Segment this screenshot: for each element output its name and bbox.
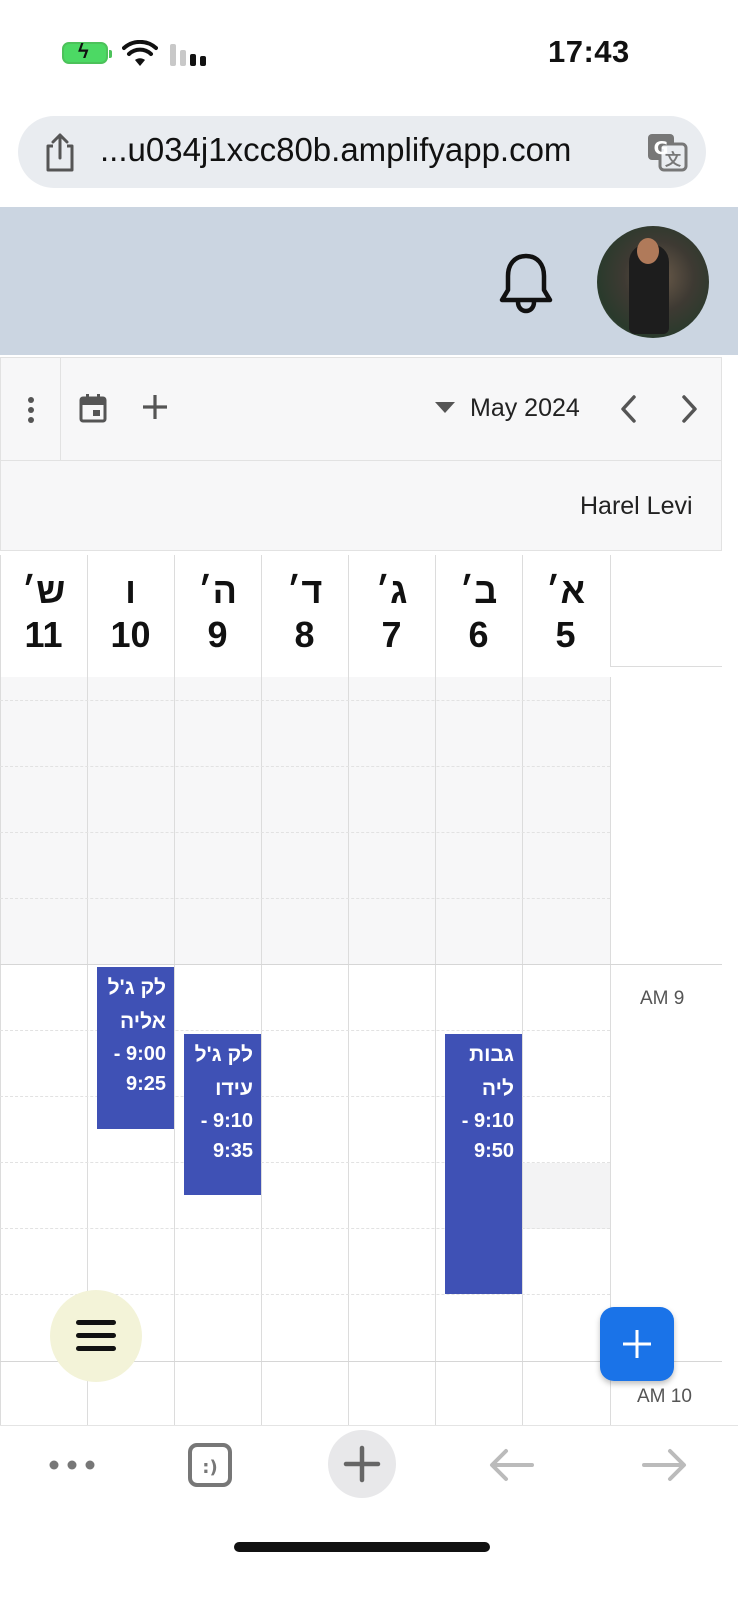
event-block[interactable]: לק ג'ל אליה 9:00 - 9:25 bbox=[97, 967, 174, 1129]
event-time: 9:10 - bbox=[461, 1110, 514, 1132]
day-header[interactable]: ד׳ 8 bbox=[261, 555, 347, 677]
translate-icon[interactable]: G 文 bbox=[646, 132, 688, 172]
day-name: ש׳ bbox=[21, 570, 66, 611]
status-time: 17:43 bbox=[548, 34, 630, 69]
day-number: 5 bbox=[555, 614, 576, 655]
signal-icon bbox=[170, 44, 206, 66]
month-label[interactable]: May 2024 bbox=[470, 394, 580, 423]
event-title: גבות bbox=[469, 1043, 514, 1066]
calendar-toolbar bbox=[0, 357, 722, 461]
grid-line bbox=[0, 832, 610, 833]
day-column[interactable] bbox=[522, 677, 610, 1425]
day-name: ב׳ bbox=[459, 570, 498, 611]
time-label: AM 9 bbox=[640, 988, 685, 1009]
time-label: AM 10 bbox=[637, 1386, 692, 1407]
time-column-header bbox=[610, 555, 722, 667]
home-indicator bbox=[234, 1542, 490, 1552]
day-header[interactable]: ה׳ 9 bbox=[174, 555, 260, 677]
day-column[interactable] bbox=[348, 677, 435, 1425]
day-number: 7 bbox=[381, 614, 402, 655]
day-number: 10 bbox=[110, 614, 151, 655]
day-name: א׳ bbox=[545, 570, 586, 611]
day-column[interactable] bbox=[261, 677, 348, 1425]
event-block[interactable]: לק ג'ל עידו 9:10 - 9:35 bbox=[184, 1034, 261, 1195]
add-icon[interactable] bbox=[140, 392, 170, 422]
back-icon[interactable] bbox=[488, 1448, 536, 1482]
tabs-icon[interactable]: :) bbox=[187, 1442, 233, 1488]
event-time: 9:35 bbox=[212, 1140, 253, 1162]
share-icon[interactable] bbox=[42, 132, 78, 174]
wifi-icon bbox=[122, 40, 158, 66]
url-text[interactable]: ...u034j1xcc80b.amplifyapp.com bbox=[100, 131, 571, 169]
day-name: ו bbox=[125, 570, 136, 611]
event-title: עידו bbox=[215, 1077, 253, 1100]
new-tab-button[interactable] bbox=[328, 1430, 396, 1498]
event-block[interactable]: גבות ליה 9:10 - 9:50 bbox=[445, 1034, 522, 1294]
svg-text:文: 文 bbox=[665, 150, 682, 169]
day-name: ד׳ bbox=[286, 570, 323, 611]
avatar[interactable] bbox=[597, 226, 709, 338]
grid-line bbox=[0, 766, 610, 767]
plus-icon bbox=[343, 1445, 381, 1483]
hour-line bbox=[0, 964, 722, 965]
event-title: אליה bbox=[119, 1010, 166, 1033]
svg-text::): :) bbox=[202, 1457, 217, 1478]
day-header[interactable]: ו 10 bbox=[87, 555, 173, 677]
day-header[interactable]: ש׳ 11 bbox=[0, 555, 86, 677]
chevron-left-icon[interactable] bbox=[618, 394, 638, 424]
day-header[interactable]: ב׳ 6 bbox=[435, 555, 521, 677]
add-event-button[interactable] bbox=[600, 1307, 674, 1381]
grid-line bbox=[0, 1030, 610, 1031]
chevron-right-icon[interactable] bbox=[680, 394, 700, 424]
event-time: 9:50 bbox=[473, 1140, 514, 1162]
event-time: 9:25 bbox=[125, 1073, 166, 1095]
event-time: 9:00 - bbox=[113, 1043, 166, 1065]
dropdown-icon[interactable] bbox=[434, 400, 456, 414]
calendar-icon[interactable] bbox=[79, 393, 107, 423]
day-number: 11 bbox=[24, 614, 63, 655]
day-name: ג׳ bbox=[375, 570, 408, 611]
day-number: 6 bbox=[468, 614, 489, 655]
day-number: 9 bbox=[207, 614, 228, 655]
event-title: לק ג'ל bbox=[194, 1043, 253, 1066]
event-time: 9:10 - bbox=[200, 1110, 253, 1132]
forward-icon[interactable] bbox=[640, 1448, 688, 1482]
bell-icon[interactable] bbox=[497, 250, 555, 314]
resource-name: Harel Levi bbox=[580, 492, 693, 520]
day-number: 8 bbox=[294, 614, 315, 655]
battery-icon: ϟ bbox=[62, 41, 112, 64]
event-title: ליה bbox=[481, 1077, 514, 1100]
grid-line bbox=[0, 700, 610, 701]
menu-button[interactable] bbox=[50, 1290, 142, 1382]
day-header[interactable]: ג׳ 7 bbox=[348, 555, 434, 677]
kebab-icon[interactable] bbox=[26, 396, 36, 424]
day-header[interactable]: א׳ 5 bbox=[522, 555, 608, 677]
event-title: לק ג'ל bbox=[107, 976, 166, 999]
toolbar-divider bbox=[60, 358, 61, 460]
hamburger-icon bbox=[76, 1320, 116, 1351]
more-icon[interactable] bbox=[48, 1455, 96, 1475]
grid-line bbox=[0, 898, 610, 899]
plus-icon bbox=[623, 1330, 651, 1358]
day-name: ה׳ bbox=[198, 570, 237, 611]
